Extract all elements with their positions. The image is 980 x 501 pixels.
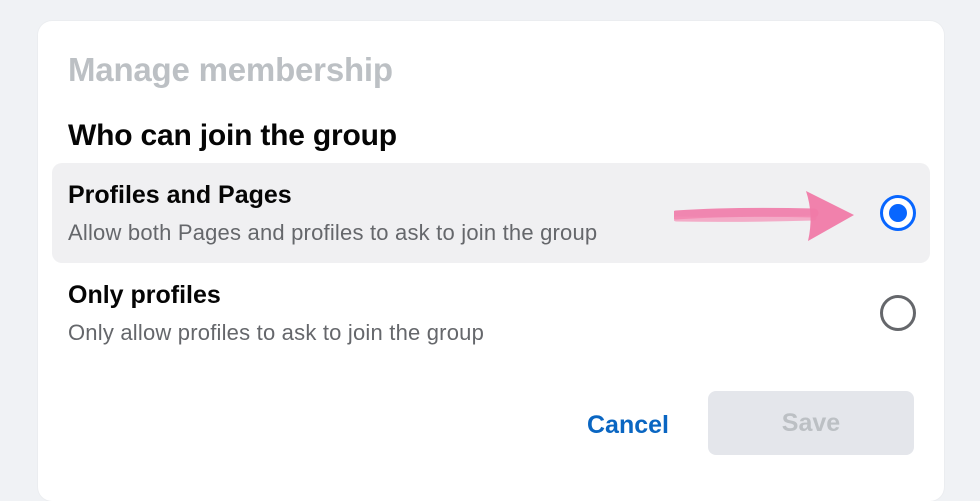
option-label: Profiles and Pages (68, 181, 292, 209)
option-profiles-and-pages[interactable]: Profiles and Pages Allow both Pages and … (52, 163, 930, 263)
option-label: Only profiles (68, 281, 221, 309)
radio-unselected-icon[interactable] (880, 295, 916, 331)
section-title: Who can join the group (68, 119, 397, 152)
option-only-profiles[interactable]: Only profiles Only allow profiles to ask… (52, 263, 930, 363)
dialog-title: Manage membership (68, 51, 393, 88)
cancel-button[interactable]: Cancel (558, 393, 698, 457)
option-description: Only allow profiles to ask to join the g… (68, 320, 485, 345)
manage-membership-dialog: Manage membership Who can join the group… (38, 21, 944, 501)
radio-selected-icon[interactable] (880, 195, 916, 231)
save-button[interactable]: Save (708, 391, 914, 455)
option-description: Allow both Pages and profiles to ask to … (68, 220, 598, 245)
arrow-right-icon (674, 191, 854, 241)
